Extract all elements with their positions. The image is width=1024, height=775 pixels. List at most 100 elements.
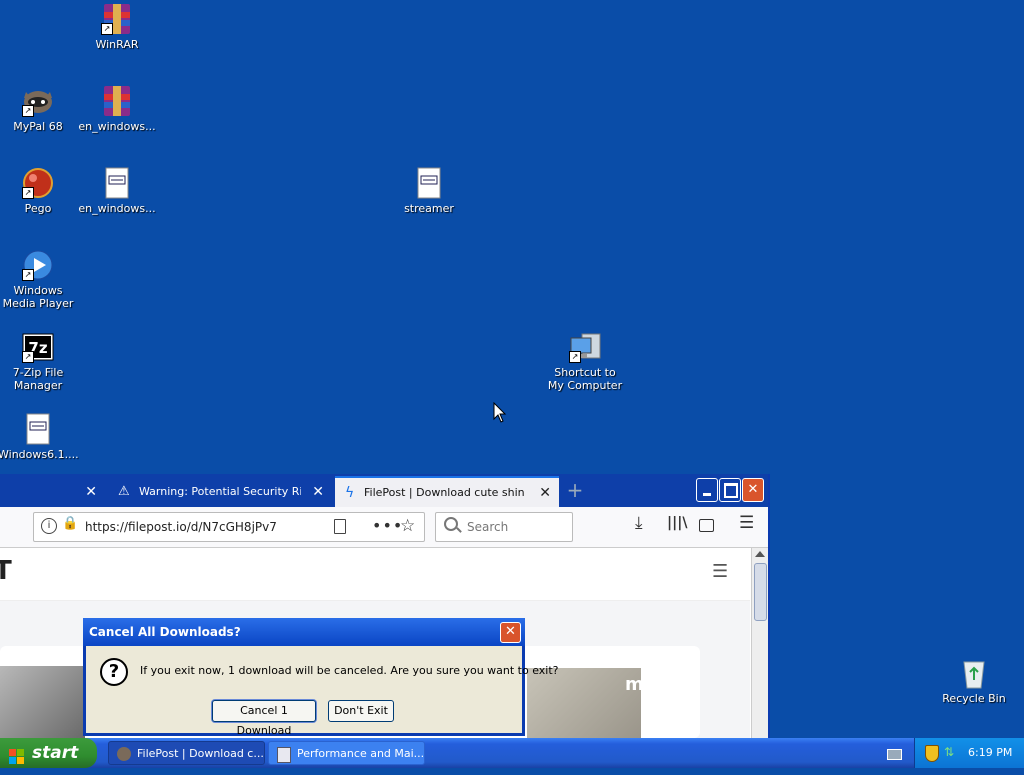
7zip-icon: 7z ↗ (21, 330, 55, 364)
text-file-icon (21, 412, 55, 446)
desktop-icon-label: Windows Media Player (2, 284, 74, 310)
vertical-scrollbar[interactable] (751, 548, 768, 738)
close-icon: ✕ (505, 624, 516, 639)
close-window-button[interactable]: ✕ (742, 478, 764, 502)
mypal-icon (117, 747, 131, 761)
start-label: start (32, 743, 79, 763)
desktop-icon-streamer[interactable]: streamer (389, 166, 469, 215)
clock: 6:19 PM (968, 746, 1013, 759)
desktop-icon-label: Shortcut to My Computer (547, 366, 623, 392)
taskbar-item-label: Performance and Mai... (297, 747, 425, 760)
watermark-text: m (625, 674, 644, 695)
desktop-icon-label: en_windows... (78, 120, 156, 133)
site-logo-fragment: T (0, 556, 12, 586)
tab-security-warning[interactable]: ⚠ Warning: Potential Security Risk A ✕ (108, 477, 332, 507)
computer-icon: ↗ (568, 330, 602, 364)
start-button[interactable]: start (0, 738, 97, 768)
tab-label: Warning: Potential Security Risk A (139, 485, 301, 498)
preview-image-right: m (527, 668, 644, 738)
menu-icon[interactable]: ☰ (739, 513, 754, 533)
search-placeholder: Search (467, 520, 509, 534)
desktop-icon-label: Pego (24, 202, 52, 215)
mouse-cursor-icon (493, 401, 507, 427)
desktop-icon-label: WinRAR (95, 38, 139, 51)
close-tab-icon[interactable]: ✕ (539, 478, 551, 508)
question-icon: ? (100, 658, 128, 686)
warning-icon: ⚠ (118, 484, 130, 499)
desktop-icon-label: MyPal 68 (13, 120, 63, 133)
desktop-icon-mypal[interactable]: ↗ MyPal 68 (0, 84, 78, 133)
page-header: T ☰ (0, 548, 750, 601)
search-icon-handle (456, 527, 462, 533)
desktop-icon-en-windows-txt[interactable]: en_windows... (77, 166, 157, 215)
desktop-icon-en-windows-rar[interactable]: en_windows... (77, 84, 157, 133)
desktop-icon-recycle-bin[interactable]: Recycle Bin (934, 656, 1014, 705)
hamburger-menu-icon[interactable]: ☰ (712, 561, 728, 582)
url-text[interactable]: https://filepost.io/d/N7cGH8jPv7 (85, 513, 277, 541)
bookmark-star-icon[interactable]: ☆ (400, 514, 415, 538)
library-icon[interactable]: |||\ (667, 515, 687, 531)
more-actions-icon[interactable]: ••• (372, 514, 403, 538)
scroll-up-arrow-icon[interactable] (755, 551, 765, 557)
minimize-icon (703, 493, 711, 496)
navigation-toolbar: i 🔒 https://filepost.io/d/N7cGH8jPv7 •••… (0, 507, 768, 548)
url-bar[interactable]: i 🔒 https://filepost.io/d/N7cGH8jPv7 •••… (33, 512, 425, 542)
winrar-icon: ↗ (100, 2, 134, 36)
desktop-icon-label: streamer (404, 202, 454, 215)
desktop-icon-my-computer[interactable]: ↗ Shortcut to My Computer (545, 330, 625, 392)
media-player-icon: ↗ (21, 248, 55, 282)
desktop-icon-label: en_windows... (78, 202, 156, 215)
security-shield-icon[interactable] (925, 745, 939, 762)
maximize-icon (724, 483, 738, 498)
desktop-icon-7zip[interactable]: 7z ↗ 7-Zip File Manager (0, 330, 78, 392)
system-tray: ⇅ 6:19 PM (914, 738, 1024, 768)
cancel-downloads-dialog[interactable]: Cancel All Downloads? ✕ ? If you exit no… (83, 618, 559, 737)
maximize-button[interactable] (719, 478, 741, 502)
taskbar-item-filepost[interactable]: FilePost | Download c... (108, 741, 265, 765)
desktop-icon-pego[interactable]: ↗ Pego (0, 166, 78, 215)
desktop-icon-label: 7-Zip File Manager (12, 366, 64, 392)
desktop-icon-winrar[interactable]: ↗ WinRAR (77, 2, 157, 51)
red-ball-icon: ↗ (21, 166, 55, 200)
tab-background[interactable]: ✕ (0, 477, 105, 507)
minimize-button[interactable] (696, 478, 718, 502)
keyboard-icon[interactable] (887, 749, 902, 760)
search-field[interactable]: Search (435, 512, 573, 542)
close-tab-icon[interactable]: ✕ (312, 477, 324, 507)
dialog-close-button[interactable]: ✕ (500, 622, 521, 643)
tab-strip: ✕ ⚠ Warning: Potential Security Risk A ✕… (0, 474, 768, 508)
cancel-download-button[interactable]: Cancel 1 Download (212, 700, 316, 737)
control-panel-icon (277, 747, 291, 763)
preview-image-left (0, 666, 85, 738)
tab-filepost[interactable]: ϟ FilePost | Download cute shin se k ✕ (335, 476, 559, 508)
sidebar-icon[interactable] (699, 519, 714, 532)
dialog-title-bar[interactable]: Cancel All Downloads? ✕ (83, 618, 525, 646)
taskbar: start FilePost | Download c... Performan… (0, 738, 1024, 768)
raccoon-icon: ↗ (21, 84, 55, 118)
taskbar-item-label: FilePost | Download c... (137, 747, 264, 760)
desktop-icon-label: Windows6.1.... (0, 448, 79, 461)
desktop-icon-label: Recycle Bin (942, 692, 1006, 705)
desktop-icon-windows61[interactable]: Windows6.1.... (0, 412, 79, 461)
text-file-icon (412, 166, 446, 200)
download-icon[interactable]: ⤓ (635, 513, 643, 533)
scrollbar-thumb[interactable] (754, 563, 767, 621)
desktop-icon-windows-media-player[interactable]: ↗ Windows Media Player (0, 248, 78, 310)
close-icon: ✕ (747, 482, 759, 497)
windows-logo-icon (9, 745, 25, 764)
lock-icon[interactable]: 🔒 (62, 516, 78, 531)
info-icon[interactable]: i (41, 518, 57, 534)
dialog-message: If you exit now, 1 download will be canc… (140, 664, 559, 677)
lightning-icon: ϟ (345, 485, 355, 501)
network-icon[interactable]: ⇅ (944, 745, 954, 759)
text-file-icon (100, 166, 134, 200)
tab-label: FilePost | Download cute shin se k (364, 486, 528, 499)
winrar-icon (100, 84, 134, 118)
reader-view-icon[interactable] (334, 519, 346, 534)
recycle-bin-icon (957, 656, 991, 690)
taskbar-item-performance[interactable]: Performance and Mai... (268, 741, 425, 765)
close-tab-icon[interactable]: ✕ (85, 477, 97, 507)
dialog-title: Cancel All Downloads? (89, 625, 241, 639)
new-tab-button[interactable]: + (565, 476, 585, 504)
dont-exit-button[interactable]: Don't Exit (328, 700, 394, 722)
